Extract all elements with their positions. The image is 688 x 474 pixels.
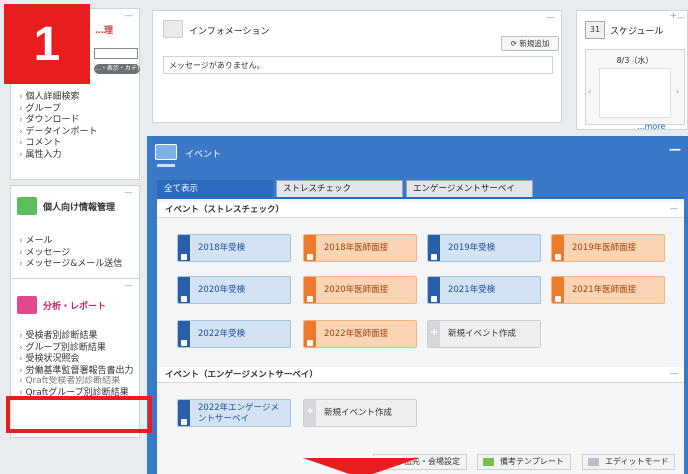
event-button-2019-exam[interactable]: 2019年受検 — [427, 234, 541, 262]
minimize-icon[interactable]: — — [676, 13, 685, 23]
personal-info-list: メール メッセージ メッセージ&メール送信 — [19, 236, 122, 271]
minimize-icon[interactable]: — — [124, 188, 133, 198]
admin-menu-list: 個人詳細検索 グループ ダウンロード データインポート コメント 属性入力 — [19, 92, 97, 161]
personal-info-header: 個人向け情報管理 — [11, 194, 139, 218]
event-panel: イベント（ストレスチェック） — 2018年受検 2018年医師面接 2019年… — [157, 199, 684, 474]
menu-item-detailed-search[interactable]: 個人詳細検索 — [19, 92, 97, 104]
minimize-icon[interactable]: — — [124, 11, 133, 21]
tab-engagement-survey[interactable]: エンゲージメントサーベイ — [406, 180, 533, 198]
menu-item-group[interactable]: グループ — [19, 104, 97, 116]
menu-item-exam-status[interactable]: 受検状況照会 — [19, 354, 139, 366]
step-number-badge: 1 — [4, 4, 90, 84]
admin-menu-title: …理 — [95, 26, 114, 36]
event-toolbar: 単出先・会場設定 備考テンプレート エディットモード — [157, 448, 684, 472]
analysis-report-list: 受検者別診断結果 グループ別診断結果 受検状況照会 労働基準監督署報告書出力 Q… — [19, 331, 139, 399]
down-arrow-annotation — [303, 458, 419, 474]
analysis-report-icon — [17, 296, 37, 314]
schedule-more-link[interactable]: ...more — [637, 122, 665, 131]
next-arrow-icon[interactable]: › — [676, 87, 679, 96]
minimize-icon[interactable]: — — [669, 142, 681, 156]
minimize-icon[interactable]: — — [124, 281, 133, 291]
edit-icon — [588, 458, 599, 466]
event-title: イベント — [185, 150, 222, 160]
event-icon — [155, 144, 177, 160]
event-button-2018-interview[interactable]: 2018年医師面接 — [303, 234, 417, 262]
event-button-2019-interview[interactable]: 2019年医師面接 — [551, 234, 665, 262]
minimize-icon[interactable]: — — [670, 201, 679, 217]
tab-stress-check[interactable]: ストレスチェック — [276, 180, 403, 198]
menu-item-group-diagnosis[interactable]: グループ別診断結果 — [19, 343, 139, 355]
new-event-button[interactable]: + 新規イベント作成 — [427, 320, 541, 348]
analysis-report-header: 分析・レポート — [11, 293, 139, 317]
analysis-report-title: 分析・レポート — [43, 301, 107, 312]
personal-info-box: — 個人向け情報管理 メール メッセージ メッセージ&メール送信 — [10, 185, 140, 281]
minimize-icon[interactable]: — — [546, 13, 555, 23]
event-button-2022-engagement[interactable]: 2022年エンゲージメ ントサーベイ — [177, 399, 291, 427]
schedule-widget: + — 31 スケジュール ‹ › 8/3（水） ...more — [576, 10, 688, 131]
template-icon — [483, 458, 494, 466]
tab-all[interactable]: 全て表示 — [157, 180, 273, 198]
plus-icon: + — [430, 327, 439, 338]
add-new-button[interactable]: ⟳ 新規追加 — [501, 36, 559, 51]
calendar-day-cell[interactable] — [599, 68, 671, 118]
menu-item-data-import[interactable]: データインポート — [19, 127, 97, 139]
event-button-2022-interview[interactable]: 2022年医師面接 — [303, 320, 417, 348]
stress-section-header: イベント（ストレスチェック） — — [157, 202, 684, 218]
menu-item-mail[interactable]: メール — [19, 236, 122, 248]
event-widget: イベント — 全て表示 ストレスチェック エンゲージメントサーベイ イベント（ス… — [147, 136, 688, 474]
header-strip — [157, 164, 175, 167]
event-button-2021-interview[interactable]: 2021年医師面接 — [551, 276, 665, 304]
personal-info-title: 個人向け情報管理 — [43, 202, 116, 213]
highlight-box — [6, 396, 152, 433]
menu-item-message[interactable]: メッセージ — [19, 248, 122, 260]
event-button-2020-interview[interactable]: 2020年医師面接 — [303, 276, 417, 304]
information-message: メッセージがありません。 — [163, 56, 553, 74]
minimize-icon[interactable]: — — [670, 366, 679, 382]
menu-item-comment[interactable]: コメント — [19, 138, 97, 150]
event-button-2021-exam[interactable]: 2021年受検 — [427, 276, 541, 304]
sidebar-search-button[interactable]: …・表示・カテ) — [94, 64, 140, 74]
information-title: インフォメーション — [189, 27, 270, 37]
menu-item-message-mail-send[interactable]: メッセージ&メール送信 — [19, 259, 122, 271]
event-button-2018-exam[interactable]: 2018年受検 — [177, 234, 291, 262]
engagement-section-title: イベント（エンゲージメントサーベイ） — [165, 370, 318, 380]
menu-item-download[interactable]: ダウンロード — [19, 115, 97, 127]
menu-item-attribute-input[interactable]: 属性入力 — [19, 150, 97, 162]
sidebar-search-input[interactable] — [94, 48, 138, 59]
event-button-2022-exam[interactable]: 2022年受検 — [177, 320, 291, 348]
prev-arrow-icon[interactable]: ‹ — [588, 87, 591, 96]
personal-info-icon — [17, 197, 37, 215]
remarks-template-button[interactable]: 備考テンプレート — [477, 454, 571, 470]
event-tabs: 全て表示 ストレスチェック エンゲージメントサーベイ — [157, 180, 536, 198]
plus-icon: + — [306, 406, 315, 417]
menu-item-individual-diagnosis[interactable]: 受検者別診断結果 — [19, 331, 139, 343]
event-header: イベント — — [155, 142, 685, 162]
event-button-2020-exam[interactable]: 2020年受検 — [177, 276, 291, 304]
menu-item-qraft-individual[interactable]: Qraft受検者別診断結果 — [19, 376, 139, 384]
menu-item-labor-report[interactable]: 労働基準監督署報告書出力 — [19, 366, 139, 376]
calendar-icon: 31 — [585, 21, 605, 39]
edit-mode-button[interactable]: エディットモード — [582, 454, 676, 470]
engagement-section-header: イベント（エンゲージメントサーベイ） — — [157, 367, 684, 383]
calendar-date: 8/3（水） — [616, 56, 654, 65]
schedule-title: スケジュール — [610, 27, 664, 37]
information-icon — [163, 20, 183, 38]
new-engagement-event-button[interactable]: + 新規イベント作成 — [303, 399, 417, 427]
information-widget: — インフォメーション ⟳ 新規追加 メッセージがありません。 — [152, 10, 562, 123]
stress-section-title: イベント（ストレスチェック） — [165, 205, 285, 215]
